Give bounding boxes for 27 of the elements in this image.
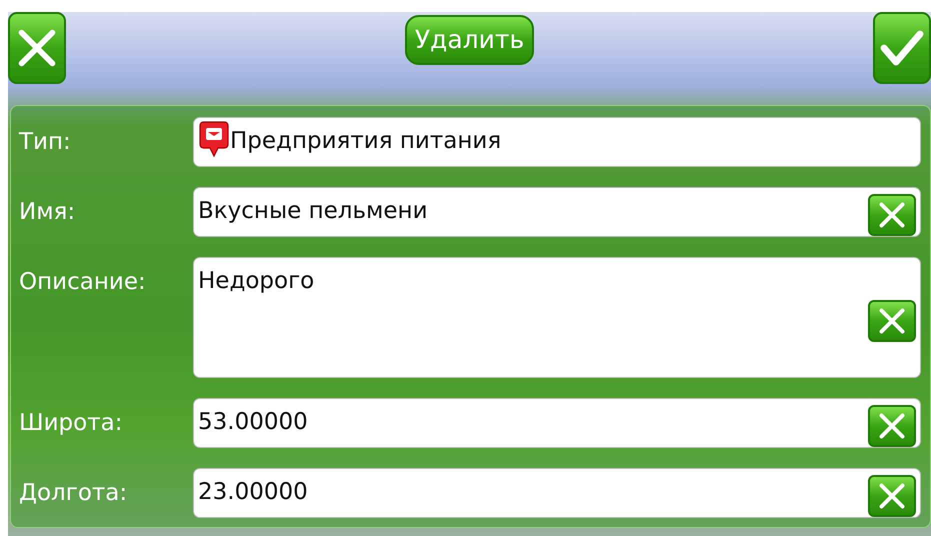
clear-button[interactable] xyxy=(868,405,916,447)
clear-button[interactable] xyxy=(868,300,916,342)
field-value: 23.00000 xyxy=(198,478,309,507)
field-value: Недорого xyxy=(198,267,316,296)
cancel-button[interactable] xyxy=(8,12,66,84)
close-icon xyxy=(877,481,907,511)
field-label: Имя: xyxy=(19,198,76,227)
field-label: Широта: xyxy=(19,409,124,438)
field-value: Вкусные пельмени xyxy=(198,197,429,226)
field-value: Предприятия питания xyxy=(230,127,502,156)
input-field[interactable]: 53.00000 xyxy=(193,398,921,448)
description-field[interactable]: Недорого xyxy=(193,257,921,378)
map-pin-icon xyxy=(198,120,230,160)
ok-button[interactable] xyxy=(873,12,931,84)
input-field[interactable]: 23.00000 xyxy=(193,468,921,518)
clear-button[interactable] xyxy=(868,194,916,236)
field-label: Тип: xyxy=(19,128,72,157)
close-icon xyxy=(877,306,907,336)
clear-button[interactable] xyxy=(868,475,916,517)
close-icon xyxy=(877,411,907,441)
close-icon xyxy=(877,200,907,230)
category-field[interactable]: Предприятия питания xyxy=(193,117,921,167)
field-label: Описание: xyxy=(19,268,147,297)
checkmark-icon xyxy=(880,28,924,68)
field-value: 53.00000 xyxy=(198,408,309,437)
input-field[interactable]: Вкусные пельмени xyxy=(193,187,921,237)
field-label: Долгота: xyxy=(19,479,128,508)
